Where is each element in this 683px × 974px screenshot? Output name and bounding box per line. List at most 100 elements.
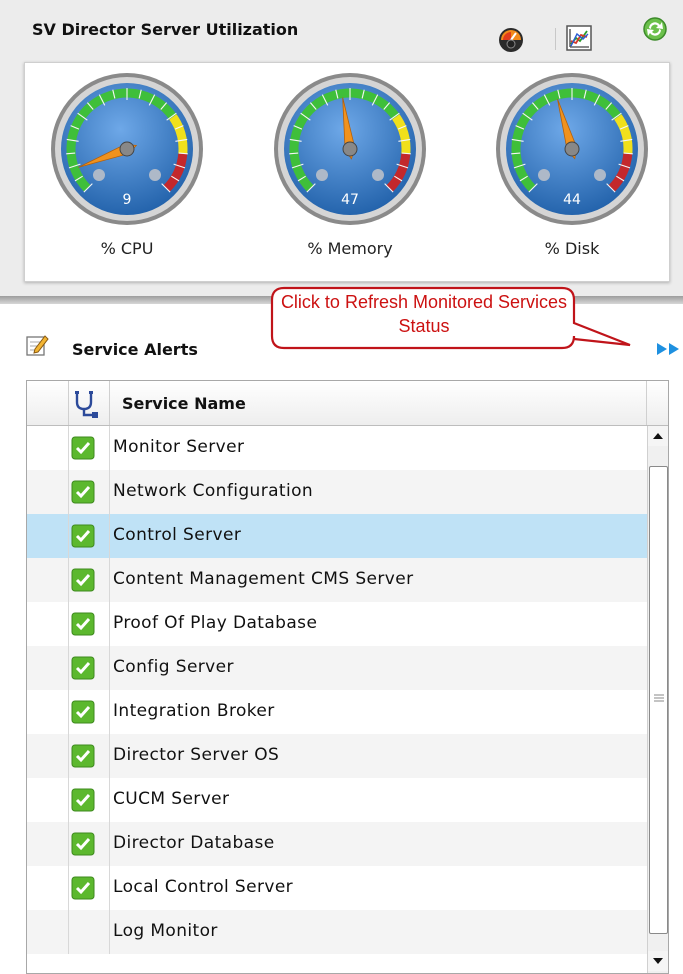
table-row[interactable]: Local Control Server: [27, 866, 647, 910]
service-name: Director Server OS: [113, 745, 280, 765]
table-row[interactable]: Director Server OS: [27, 734, 647, 778]
gauge-tick: [178, 152, 188, 155]
table-row[interactable]: Monitor Server: [27, 426, 647, 470]
row-divider: [109, 910, 110, 954]
row-divider: [109, 778, 110, 822]
memory-gauge: 47: [274, 73, 426, 225]
service-alerts-grid: Service Name Monitor Server Network Confi…: [26, 380, 669, 974]
scroll-down-icon: [653, 958, 663, 964]
gauge-hub: [342, 141, 358, 157]
status-ok-icon: [71, 436, 95, 460]
row-divider: [109, 690, 110, 734]
row-divider: [68, 690, 69, 734]
gauge-hub: [564, 141, 580, 157]
service-name: Proof Of Play Database: [113, 613, 318, 633]
disk-gauge-label: % Disk: [544, 239, 600, 258]
table-row[interactable]: Integration Broker: [27, 690, 647, 734]
header-divider: [109, 381, 110, 425]
status-ok-icon: [71, 788, 95, 812]
service-name: Local Control Server: [113, 877, 294, 897]
status-ok-icon: [71, 656, 95, 680]
gauge-dot: [93, 169, 105, 181]
status-ok-icon: [71, 876, 95, 900]
status-ok-icon: [71, 480, 95, 504]
table-row[interactable]: Log Monitor: [27, 910, 647, 954]
row-divider: [68, 514, 69, 558]
table-row[interactable]: Proof Of Play Database: [27, 602, 647, 646]
server-utilization-panel: SV Director Server Utilization 9 % CPU 4…: [0, 0, 683, 300]
cpu-gauge-label: % CPU: [100, 239, 154, 258]
row-divider: [68, 734, 69, 778]
memory-gauge-label: % Memory: [307, 239, 393, 258]
row-divider: [109, 866, 110, 910]
gauge-hub: [119, 141, 135, 157]
row-divider: [109, 558, 110, 602]
vertical-scrollbar[interactable]: [647, 426, 668, 973]
scrollbar-thumb[interactable]: [649, 466, 668, 934]
status-ok-icon: [71, 700, 95, 724]
table-row[interactable]: Network Configuration: [27, 470, 647, 514]
row-divider: [109, 470, 110, 514]
table-row[interactable]: Content Management CMS Server: [27, 558, 647, 602]
row-divider: [109, 734, 110, 778]
row-divider: [109, 602, 110, 646]
service-name: Config Server: [113, 657, 234, 677]
cpu-gauge: 9: [51, 73, 203, 225]
stethoscope-icon[interactable]: [71, 389, 101, 419]
gauge-dot: [149, 169, 161, 181]
grip-icon: [654, 694, 664, 702]
service-name: Log Monitor: [113, 921, 218, 941]
scroll-down-button[interactable]: [648, 951, 668, 971]
service-name: CUCM Server: [113, 789, 230, 809]
row-divider: [109, 646, 110, 690]
service-name: Network Configuration: [113, 481, 314, 501]
service-name: Integration Broker: [113, 701, 275, 721]
gauge-value: 44: [563, 192, 581, 208]
refresh-callout-text: Click to Refresh Monitored Services Stat…: [280, 292, 568, 336]
row-divider: [68, 822, 69, 866]
dashboard-gauge-icon[interactable]: [496, 24, 526, 54]
service-name: Content Management CMS Server: [113, 569, 414, 589]
gauge-dot: [316, 169, 328, 181]
gauge-dot: [538, 169, 550, 181]
gauge-value: 47: [341, 192, 359, 208]
row-divider: [68, 866, 69, 910]
service-name: Control Server: [113, 525, 242, 545]
edit-note-icon[interactable]: [24, 332, 50, 358]
refresh-icon[interactable]: [640, 14, 670, 44]
gauge-tick: [66, 152, 76, 155]
table-row[interactable]: CUCM Server: [27, 778, 647, 822]
table-row[interactable]: Director Database: [27, 822, 647, 866]
gauge-value: 9: [123, 192, 132, 208]
grid-header: Service Name: [27, 381, 668, 426]
gauge-tick: [511, 152, 521, 155]
toolbar-separator: [555, 28, 556, 50]
chart-icon[interactable]: [565, 24, 593, 52]
row-divider: [109, 426, 110, 470]
gauge-dot: [372, 169, 384, 181]
service-name: Director Database: [113, 833, 275, 853]
table-row[interactable]: Config Server: [27, 646, 647, 690]
service-name: Monitor Server: [113, 437, 245, 457]
status-ok-icon: [71, 832, 95, 856]
service-alerts-title: Service Alerts: [72, 340, 198, 359]
table-row[interactable]: Control Server: [27, 514, 647, 558]
service-rows: Monitor Server Network Configuration Contr…: [27, 426, 647, 973]
scroll-up-button[interactable]: [648, 426, 668, 446]
row-divider: [68, 646, 69, 690]
row-divider: [68, 778, 69, 822]
row-divider: [109, 514, 110, 558]
header-divider: [646, 381, 647, 425]
status-ok-icon: [71, 612, 95, 636]
expand-arrows-icon[interactable]: [656, 342, 682, 356]
status-ok-icon: [71, 524, 95, 548]
status-ok-icon: [71, 744, 95, 768]
gauge-tick: [401, 152, 411, 155]
row-divider: [68, 558, 69, 602]
gauge-dot: [594, 169, 606, 181]
gauge-tick: [623, 152, 633, 155]
status-ok-icon: [71, 568, 95, 592]
row-divider: [68, 910, 69, 954]
service-name-column-header[interactable]: Service Name: [122, 394, 246, 413]
utilization-title: SV Director Server Utilization: [32, 20, 299, 39]
